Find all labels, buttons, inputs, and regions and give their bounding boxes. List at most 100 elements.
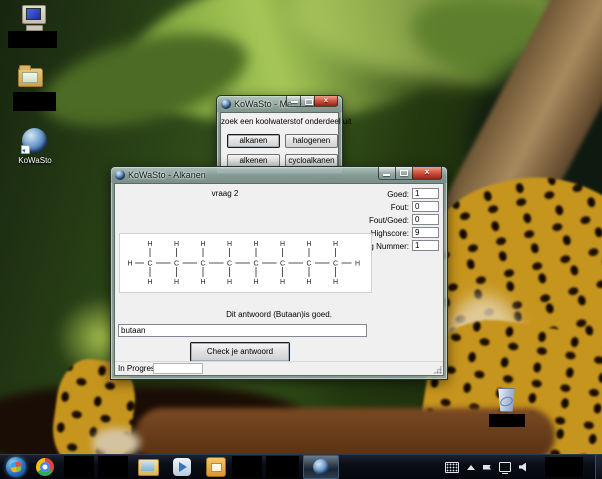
app-globe-icon bbox=[221, 99, 231, 109]
alkanen-window: KoWaSto - Alkanen × vraag 2 Goed: 1 Fout… bbox=[110, 166, 448, 380]
score-value-foutgoed[interactable]: 0 bbox=[412, 214, 439, 225]
svg-text:H: H bbox=[280, 279, 285, 286]
start-button[interactable] bbox=[0, 456, 26, 478]
taskbar-media-player[interactable] bbox=[159, 456, 191, 478]
taskbar-chrome[interactable] bbox=[26, 456, 54, 478]
svg-text:H: H bbox=[174, 279, 179, 286]
desktop-screen: KoWaSto KoWaSto - Me... × zoek een koolw… bbox=[0, 0, 602, 479]
svg-text:C: C bbox=[253, 261, 258, 268]
score-value-fout[interactable]: 0 bbox=[412, 201, 439, 212]
alkanen-window-caption-buttons: × bbox=[378, 167, 442, 180]
svg-text:H: H bbox=[227, 279, 232, 286]
score-label-foutgoed: Fout/Goed: bbox=[368, 216, 409, 225]
redacted-taskbar-app[interactable] bbox=[232, 456, 262, 478]
redacted-icon-label bbox=[489, 414, 525, 427]
minimize-button[interactable] bbox=[286, 96, 301, 107]
close-button[interactable]: × bbox=[314, 96, 338, 107]
desktop-icon-computer[interactable] bbox=[22, 5, 46, 31]
score-value-goed[interactable]: 1 bbox=[412, 188, 439, 199]
windows-logo-icon bbox=[6, 457, 26, 477]
answer-input[interactable] bbox=[118, 324, 367, 337]
menu-window-client: zoek een koolwaterstof onderdeel uit alk… bbox=[220, 112, 352, 170]
redacted-icon-label bbox=[8, 31, 57, 48]
status-bar: In Progress bbox=[115, 361, 443, 375]
svg-text:H: H bbox=[306, 241, 311, 248]
system-tray bbox=[445, 455, 602, 479]
svg-text:H: H bbox=[200, 241, 205, 248]
svg-text:C: C bbox=[280, 261, 285, 268]
svg-text:H: H bbox=[127, 261, 132, 268]
svg-text:H: H bbox=[200, 279, 205, 286]
keyboard-icon[interactable] bbox=[445, 461, 459, 473]
svg-text:H: H bbox=[280, 241, 285, 248]
taskbar-mail[interactable] bbox=[191, 456, 226, 478]
score-label-fout: Fout: bbox=[390, 203, 409, 212]
globe-icon bbox=[21, 128, 47, 154]
network-icon[interactable] bbox=[499, 462, 511, 474]
minimize-button[interactable] bbox=[378, 167, 396, 180]
svg-text:H: H bbox=[333, 279, 338, 286]
app-globe-icon bbox=[115, 170, 125, 180]
chrome-icon bbox=[36, 458, 54, 476]
desktop-icon-recycle-bin[interactable] bbox=[497, 388, 516, 412]
desktop-icon-kowasto[interactable] bbox=[21, 128, 47, 154]
svg-text:C: C bbox=[306, 261, 311, 268]
media-player-icon bbox=[173, 458, 191, 476]
redacted-taskbar-app[interactable] bbox=[266, 456, 299, 478]
score-label-highscore: Highscore: bbox=[370, 229, 409, 238]
close-button[interactable]: × bbox=[412, 167, 442, 180]
show-desktop-button[interactable] bbox=[595, 455, 602, 479]
folder-icon bbox=[18, 65, 43, 87]
svg-text:H: H bbox=[355, 261, 360, 268]
menu-prompt: zoek een koolwaterstof onderdeel uit bbox=[221, 117, 352, 126]
globe-icon bbox=[313, 459, 329, 475]
svg-text:C: C bbox=[200, 261, 205, 268]
svg-text:C: C bbox=[333, 261, 338, 268]
score-value-highscore[interactable]: 9 bbox=[412, 227, 439, 238]
desktop-icon-folder[interactable] bbox=[18, 62, 43, 87]
computer-icon bbox=[22, 5, 46, 24]
halogenen-button[interactable]: halogenen bbox=[285, 134, 338, 148]
redacted-taskbar-app[interactable] bbox=[64, 456, 94, 478]
taskbar bbox=[0, 454, 602, 479]
alkanen-button[interactable]: alkanen bbox=[227, 134, 280, 148]
taskbar-explorer[interactable] bbox=[130, 456, 159, 478]
resize-grip[interactable] bbox=[433, 365, 442, 374]
svg-text:C: C bbox=[147, 261, 152, 268]
question-label: vraag 2 bbox=[211, 189, 239, 198]
svg-text:H: H bbox=[147, 241, 152, 248]
alkanen-window-client: vraag 2 Goed: 1 Fout: 0 Fout/Goed: 0 Hig… bbox=[114, 183, 444, 376]
desktop-icon-label-kowasto: KoWaSto bbox=[18, 156, 52, 165]
result-text: Dit antwoord (Butaan)is goed. bbox=[226, 310, 332, 319]
redacted-clock[interactable] bbox=[545, 457, 583, 477]
shortcut-arrow-icon bbox=[21, 145, 30, 154]
recycle-bin-icon bbox=[498, 388, 515, 412]
volume-icon[interactable] bbox=[519, 462, 526, 472]
action-center-flag-icon[interactable] bbox=[483, 464, 491, 470]
molecule-diagram: H C H H C H H C H H C H H C H H C H H C H H C H H H bbox=[119, 233, 372, 293]
svg-text:H: H bbox=[333, 241, 338, 248]
svg-text:H: H bbox=[306, 279, 311, 286]
svg-text:H: H bbox=[227, 241, 232, 248]
alkanen-window-title: KoWaSto - Alkanen bbox=[128, 170, 206, 180]
status-progress-field bbox=[153, 363, 203, 374]
check-answer-button[interactable]: Check je antwoord bbox=[190, 342, 290, 362]
svg-text:H: H bbox=[147, 279, 152, 286]
redacted-icon-label bbox=[13, 92, 56, 111]
svg-text:H: H bbox=[253, 241, 258, 248]
taskbar-kowasto-active[interactable] bbox=[303, 455, 339, 479]
menu-window: KoWaSto - Me... × zoek een koolwaterstof… bbox=[216, 95, 352, 174]
explorer-icon bbox=[138, 458, 159, 476]
svg-text:H: H bbox=[174, 241, 179, 248]
expand-chevron-icon[interactable] bbox=[467, 461, 475, 470]
redacted-taskbar-app[interactable] bbox=[98, 456, 128, 478]
menu-window-caption-buttons: × bbox=[286, 96, 338, 107]
svg-text:C: C bbox=[174, 261, 179, 268]
svg-text:H: H bbox=[253, 279, 258, 286]
maximize-button[interactable] bbox=[301, 96, 314, 107]
score-label-goed: Goed: bbox=[387, 190, 409, 199]
svg-text:C: C bbox=[227, 261, 232, 268]
maximize-button[interactable] bbox=[396, 167, 412, 180]
mail-icon bbox=[206, 457, 226, 477]
score-value-vraagnummer[interactable]: 1 bbox=[412, 240, 439, 251]
